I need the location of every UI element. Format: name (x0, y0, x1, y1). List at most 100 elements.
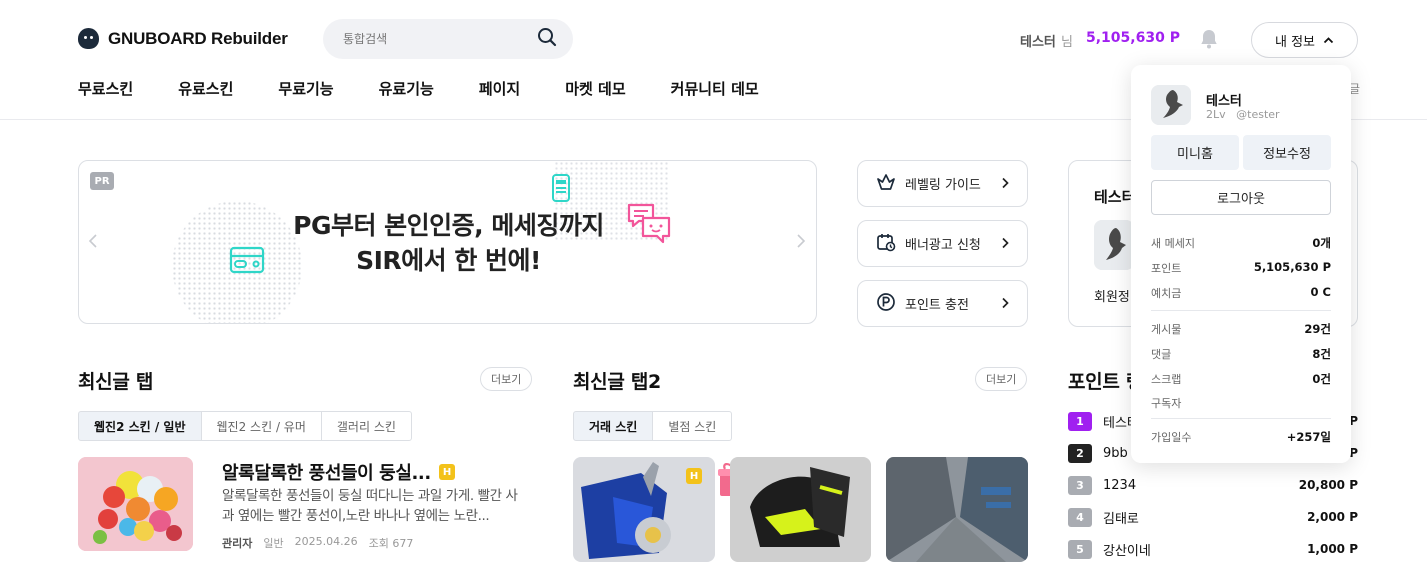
stat-row[interactable]: 구독자 (1151, 395, 1331, 411)
stat-label: 예치금 (1151, 287, 1182, 300)
latest-tabs: 웹진2 스킨 / 일반 웹진2 스킨 / 유머 갤러리 스킨 (78, 411, 412, 441)
chevron-right-icon (1001, 294, 1009, 313)
quick-link-point-charge[interactable]: 포인트 충전 (857, 280, 1028, 327)
stat-value: 0개 (1312, 236, 1331, 250)
edit-profile-button[interactable]: 정보수정 (1243, 135, 1331, 170)
tab-gallery-skin[interactable]: 갤러리 스킨 (320, 411, 412, 441)
rank-name: 1234 (1103, 477, 1137, 493)
dropdown-user-sub: 2Lv @tester (1206, 108, 1280, 121)
stat-value: 5,105,630 P (1253, 260, 1331, 274)
my-info-label: 내 정보 (1274, 34, 1315, 50)
rank-badge: 3 (1068, 475, 1092, 495)
phone-icon (551, 173, 571, 207)
rank-point: 1,000 P (1307, 542, 1358, 556)
chevron-up-icon (1323, 37, 1334, 44)
nav-item-community-demo[interactable]: 커뮤니티 데모 (671, 78, 759, 99)
search-input[interactable] (343, 32, 523, 46)
tab-trade-skin[interactable]: 거래 스킨 (573, 411, 654, 441)
site-logo[interactable]: GNUBOARD Rebuilder (78, 28, 288, 49)
tab-webzine-general[interactable]: 웹진2 스킨 / 일반 (78, 411, 202, 441)
user-level: 2Lv (1206, 108, 1226, 121)
banner-next-icon[interactable] (796, 233, 806, 254)
rank-point: 2,000 P (1307, 510, 1358, 524)
rank-name: 9bb (1103, 445, 1128, 461)
tab-rating-skin[interactable]: 별점 스킨 (652, 411, 733, 441)
pr-badge: PR (90, 172, 114, 190)
logout-button[interactable]: 로그아웃 (1151, 180, 1331, 215)
stat-label: 스크랩 (1151, 373, 1182, 386)
quick-link-banner-ad[interactable]: 배너광고 신청 (857, 220, 1028, 267)
ranking-row[interactable]: 5 강산이네 1,000 P (1068, 538, 1358, 560)
stat-value: 8건 (1312, 347, 1331, 361)
post-author[interactable]: 관리자 (222, 535, 252, 551)
stat-row[interactable]: 게시물 29건 (1151, 321, 1331, 337)
banner-prev-icon[interactable] (88, 233, 98, 254)
post-views: 조회 677 (368, 537, 414, 550)
stat-label: 새 메세지 (1151, 237, 1195, 250)
stat-value: 29건 (1304, 322, 1331, 336)
stat-row[interactable]: 새 메세지 0개 (1151, 235, 1331, 251)
gallery-thumbnail[interactable] (886, 457, 1028, 562)
quick-link-label: 포인트 충전 (905, 298, 969, 313)
more-button[interactable]: 더보기 (480, 367, 533, 391)
bell-icon[interactable] (1197, 27, 1221, 55)
my-info-button[interactable]: 내 정보 (1251, 22, 1358, 58)
post-title[interactable]: 알록달록한 풍선들이 둥실... H (222, 459, 455, 485)
rank-point: 20,800 P (1298, 478, 1358, 492)
stat-value: 0 C (1310, 285, 1331, 299)
post-thumbnail[interactable] (78, 457, 193, 551)
nav-item-free-skin[interactable]: 무료스킨 (78, 78, 133, 99)
nav-item-free-feature[interactable]: 무료기능 (278, 78, 333, 99)
rank-badge: 4 (1068, 507, 1092, 527)
search-icon[interactable] (537, 27, 557, 51)
basket-icon (876, 173, 896, 195)
promo-banner[interactable]: PR PG부터 본인인증, 메세징까지 SIR에서 한 번에! (78, 160, 817, 324)
stat-row[interactable]: 스크랩 0건 (1151, 371, 1331, 387)
stat-row[interactable]: 가입일수 +257일 (1151, 429, 1331, 445)
header-user-point[interactable]: 5,105,630 P (1086, 30, 1180, 46)
minihome-button[interactable]: 미니홈 (1151, 135, 1239, 170)
tab-webzine-humor[interactable]: 웹진2 스킨 / 유머 (200, 411, 322, 441)
nav-item-paid-feature[interactable]: 유료기능 (379, 78, 434, 99)
chevron-right-icon (1001, 174, 1009, 193)
nav-item-market-demo[interactable]: 마켓 데모 (565, 78, 625, 99)
stat-row[interactable]: 예치금 0 C (1151, 285, 1331, 301)
gallery-thumbnail[interactable] (730, 457, 871, 562)
latest-section-title: 최신글 탭 (78, 371, 154, 393)
chevron-right-icon (1001, 234, 1009, 253)
stat-row[interactable]: 댓글 8건 (1151, 346, 1331, 362)
post-excerpt: 알록달록한 풍선들이 둥실 떠다니는 과일 가게. 빨간 사과 옆에는 빨간 풍… (222, 488, 518, 524)
divider (1151, 418, 1331, 419)
avatar[interactable] (1151, 85, 1191, 125)
stat-value: 0건 (1312, 372, 1331, 386)
stat-label: 포인트 (1151, 262, 1182, 275)
ranking-row[interactable]: 4 김태로 2,000 P (1068, 506, 1358, 528)
rank-name: 강산이네 (1103, 543, 1151, 559)
ranking-row[interactable]: 3 1234 20,800 P (1068, 474, 1358, 496)
search-box (323, 19, 573, 59)
hot-badge: H (686, 468, 702, 484)
nav-item-page[interactable]: 페이지 (479, 78, 520, 99)
quick-link-leveling-guide[interactable]: 레벨링 가이드 (857, 160, 1028, 207)
main-nav: 무료스킨 유료스킨 무료기능 유료기능 페이지 마켓 데모 커뮤니티 데모 (78, 78, 804, 99)
member-box-footer[interactable]: 회원정 (1094, 286, 1130, 305)
banner-headline: PG부터 본인인증, 메세징까지 SIR에서 한 번에! (79, 208, 816, 278)
header-user-name[interactable]: 테스터 (1020, 31, 1056, 50)
nav-item-paid-skin[interactable]: 유료스킨 (178, 78, 233, 99)
post-date: 2025.04.26 (294, 535, 358, 548)
member-box-title: 테스터 (1094, 188, 1136, 206)
my-info-dropdown: 테스터 2Lv @tester 미니홈 정보수정 로그아웃 새 메세지 0개 포… (1131, 65, 1351, 463)
avatar[interactable] (1094, 220, 1134, 270)
post-category: 일반 (263, 537, 284, 550)
stat-row[interactable]: 포인트 5,105,630 P (1151, 260, 1331, 276)
logo-text: GNUBOARD Rebuilder (108, 28, 288, 48)
post-title-text: 알록달록한 풍선들이 둥실... (222, 463, 431, 484)
calendar-icon (876, 232, 896, 256)
rank-name: 김태로 (1103, 511, 1139, 527)
stat-label: 구독자 (1151, 397, 1182, 410)
more-button[interactable]: 더보기 (975, 367, 1028, 391)
rank-badge: 2 (1068, 443, 1092, 463)
dropdown-user-name: 테스터 (1206, 94, 1242, 109)
stat-label: 댓글 (1151, 348, 1172, 361)
post-meta: 관리자 일반 2025.04.26 조회 677 (222, 535, 413, 551)
